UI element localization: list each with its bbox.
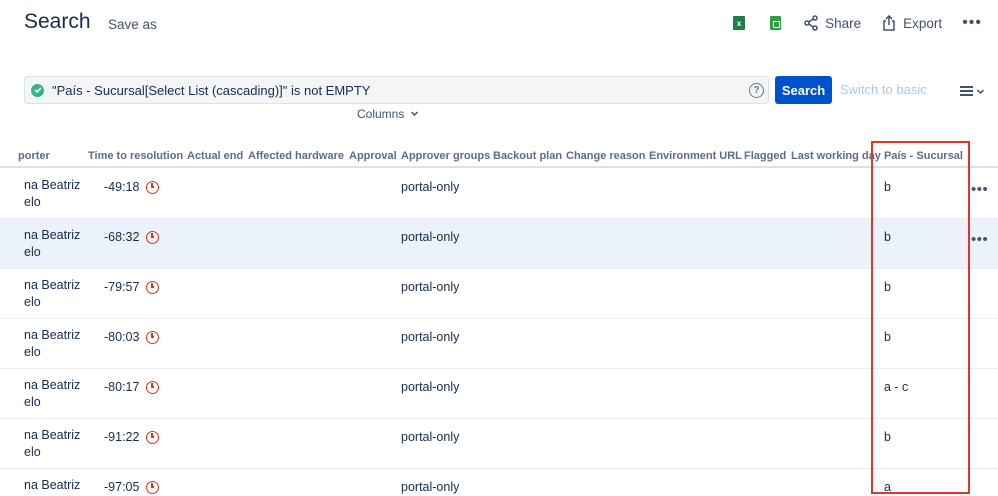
column-header-approver-groups[interactable]: Approver groups	[401, 150, 490, 162]
time-to-resolution-cell: -80:03	[104, 330, 160, 344]
clock-icon	[146, 330, 160, 344]
approver-groups-cell: portal-only	[401, 430, 460, 444]
column-header-approval[interactable]: Approval	[349, 150, 397, 162]
table-header: porter Time to resolution Actual end Aff…	[0, 144, 998, 168]
export-icon	[883, 15, 895, 31]
column-header-actual-end[interactable]: Actual end	[187, 150, 243, 162]
row-more-icon[interactable]: •••	[971, 181, 988, 198]
table-row[interactable]: na Beatriz elo -91:22 portal-only b	[0, 419, 998, 469]
column-header-time-to-resolution[interactable]: Time to resolution	[88, 150, 183, 162]
reporter-cell: na Beatriz elo	[24, 278, 81, 309]
reporter-cell: na Beatriz elo	[24, 478, 81, 496]
time-to-resolution-cell: -80:17	[104, 380, 160, 394]
approver-groups-cell: portal-only	[401, 180, 460, 194]
reporter-cell: na Beatriz elo	[24, 328, 81, 359]
column-header-affected-hardware[interactable]: Affected hardware	[248, 150, 344, 162]
clock-icon	[146, 380, 160, 394]
share-icon	[804, 15, 818, 31]
chevron-down-icon	[410, 111, 418, 117]
export-button[interactable]: Export	[881, 15, 942, 31]
time-to-resolution-cell: -49:18	[104, 180, 160, 194]
approver-groups-cell: portal-only	[401, 480, 460, 494]
valid-query-check-icon	[31, 83, 44, 97]
clock-icon	[146, 280, 160, 294]
top-actions: x Share Export •••	[733, 14, 982, 32]
pais-sucursal-cell: a	[884, 480, 891, 494]
column-header-reporter[interactable]: porter	[18, 150, 50, 162]
column-header-backout-plan[interactable]: Backout plan	[493, 150, 562, 162]
approver-groups-cell: portal-only	[401, 380, 460, 394]
help-icon[interactable]: ?	[749, 82, 764, 98]
column-header-last-working-day[interactable]: Last working day	[791, 150, 881, 162]
search-button[interactable]: Search	[775, 76, 832, 104]
approver-groups-cell: portal-only	[401, 330, 460, 344]
share-button[interactable]: Share	[803, 15, 861, 31]
pais-sucursal-cell: b	[884, 280, 891, 294]
pais-sucursal-cell: b	[884, 430, 891, 444]
approver-groups-cell: portal-only	[401, 230, 460, 244]
table-row[interactable]: na Beatriz elo -80:17 portal-only a - c	[0, 369, 998, 419]
switch-to-basic-link[interactable]: Switch to basic	[840, 82, 927, 97]
columns-button[interactable]: Columns	[357, 107, 419, 121]
reporter-cell: na Beatriz elo	[24, 228, 81, 259]
pais-sucursal-cell: a - c	[884, 380, 909, 394]
columns-label: Columns	[357, 107, 405, 121]
table-row[interactable]: na Beatriz elo -49:18 portal-only b •••	[0, 169, 998, 219]
pais-sucursal-cell: b	[884, 180, 891, 194]
reporter-cell: na Beatriz elo	[24, 378, 81, 409]
jql-query-text[interactable]: "País - Sucursal[Select List (cascading)…	[52, 83, 749, 98]
share-label: Share	[825, 15, 862, 31]
table-row[interactable]: na Beatriz elo -80:03 portal-only b	[0, 319, 998, 369]
column-header-environment-url[interactable]: Environment URL	[649, 150, 742, 162]
table-row[interactable]: na Beatriz elo -68:32 portal-only b •••	[0, 219, 998, 269]
clock-icon	[146, 180, 160, 194]
pais-sucursal-cell: b	[884, 330, 891, 344]
clock-icon	[146, 430, 160, 444]
more-actions-icon[interactable]: •••	[962, 14, 982, 32]
excel-export-icon[interactable]: x	[733, 16, 746, 30]
table-row[interactable]: na Beatriz elo -79:57 portal-only b	[0, 269, 998, 319]
view-options-menu-icon[interactable]	[960, 84, 985, 98]
google-sheets-icon[interactable]	[770, 16, 782, 30]
column-header-flagged[interactable]: Flagged	[744, 150, 786, 162]
page-title: Search	[24, 10, 91, 33]
column-header-pais-sucursal[interactable]: País - Sucursal	[884, 150, 963, 162]
pais-sucursal-cell: b	[884, 230, 891, 244]
clock-icon	[146, 480, 160, 494]
table-row[interactable]: na Beatriz elo -97:05 portal-only a	[0, 469, 998, 496]
jql-query-field[interactable]: "País - Sucursal[Select List (cascading)…	[24, 76, 769, 104]
clock-icon	[146, 230, 160, 244]
save-as-button[interactable]: Save as	[108, 17, 157, 32]
chevron-down-icon	[976, 88, 985, 94]
time-to-resolution-cell: -68:32	[104, 230, 160, 244]
reporter-cell: na Beatriz elo	[24, 178, 81, 209]
time-to-resolution-cell: -79:57	[104, 280, 160, 294]
export-label: Export	[903, 15, 943, 31]
time-to-resolution-cell: -97:05	[104, 480, 160, 494]
time-to-resolution-cell: -91:22	[104, 430, 160, 444]
column-header-change-reason[interactable]: Change reason	[566, 150, 645, 162]
reporter-cell: na Beatriz elo	[24, 428, 81, 459]
row-more-icon[interactable]: •••	[971, 231, 988, 248]
approver-groups-cell: portal-only	[401, 280, 460, 294]
